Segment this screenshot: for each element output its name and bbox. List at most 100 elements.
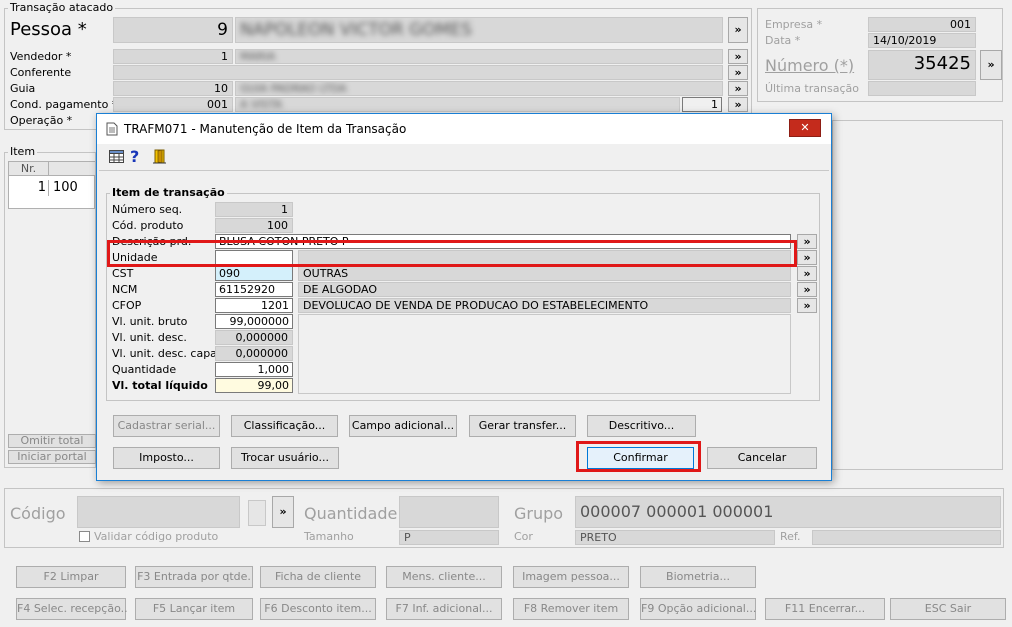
- pessoa-lookup-button[interactable]: »: [728, 17, 748, 43]
- vendedor-name-field[interactable]: MARIA: [235, 49, 723, 64]
- data-field[interactable]: 14/10/2019: [868, 33, 976, 48]
- cfop-lookup-button[interactable]: »: [797, 298, 817, 313]
- dialog-title-bar: TRAFM071 - Manutenção de Item da Transaç…: [97, 114, 831, 144]
- cst-lookup-button[interactable]: »: [797, 266, 817, 281]
- imagem-pessoa-button[interactable]: Imagem pessoa...: [513, 566, 629, 588]
- quantidade-dialog-field[interactable]: 1,000: [215, 362, 293, 377]
- exit-door-icon[interactable]: [153, 149, 167, 164]
- grupo-field[interactable]: 000007 000001 000001: [575, 496, 1001, 528]
- vendedor-lookup-button[interactable]: »: [728, 49, 748, 64]
- classificacao-button[interactable]: Classificação...: [231, 415, 338, 437]
- codigo-lookup-button[interactable]: »: [272, 496, 294, 528]
- omitir-total-button[interactable]: Omitir total: [8, 434, 96, 448]
- cst-field[interactable]: 090: [215, 266, 293, 281]
- unidade-lookup-button[interactable]: »: [797, 250, 817, 265]
- unidade-highlight-box: [107, 240, 797, 267]
- ultima-field[interactable]: [868, 81, 976, 96]
- codigo-field[interactable]: [77, 496, 240, 528]
- right-panel: [832, 120, 1003, 470]
- numero-seq-label: Número seq.: [112, 203, 183, 216]
- f5-lancar-button[interactable]: F5 Lançar item: [135, 598, 253, 620]
- conferente-lookup-button[interactable]: »: [728, 65, 748, 80]
- empresa-field[interactable]: 001: [868, 17, 976, 32]
- pessoa-label: Pessoa *: [10, 19, 87, 40]
- cod-produto-field[interactable]: 100: [215, 218, 293, 233]
- grid-header-code[interactable]: [49, 162, 95, 176]
- cfop-desc-field[interactable]: DEVOLUCAO DE VENDA DE PRODUCAO DO ESTABE…: [298, 298, 791, 313]
- gerar-transfer-button[interactable]: Gerar transfer...: [469, 415, 576, 437]
- ncm-desc-field[interactable]: DE ALGODAO: [298, 282, 791, 297]
- trocar-usuario-button[interactable]: Trocar usuário...: [231, 447, 339, 469]
- ncm-field[interactable]: 61152920: [215, 282, 293, 297]
- ref-field[interactable]: [812, 530, 1001, 545]
- transacao-group-title: Transação atacado: [8, 1, 116, 14]
- cond-extra-field[interactable]: 1: [682, 97, 722, 112]
- vl-desc-field[interactable]: 0,000000: [215, 330, 293, 345]
- codigo-label: Código: [10, 504, 66, 523]
- guia-label: Guia: [10, 82, 36, 95]
- operacao-label: Operação *: [10, 114, 73, 127]
- numero-lookup-button[interactable]: »: [980, 50, 1002, 80]
- validar-checkbox[interactable]: [79, 531, 90, 542]
- pessoa-code-field[interactable]: 9: [113, 17, 233, 43]
- cadastrar-serial-button[interactable]: Cadastrar serial...: [113, 415, 220, 437]
- f6-desconto-button[interactable]: F6 Desconto item...: [260, 598, 376, 620]
- grid-row-nr: 1: [9, 180, 49, 196]
- quantidade-field[interactable]: [399, 496, 499, 528]
- cond-code-field[interactable]: 001: [113, 97, 233, 112]
- cfop-field[interactable]: 1201: [215, 298, 293, 313]
- item-grid[interactable]: Nr. 1 100: [8, 161, 95, 209]
- descritivo-button[interactable]: Descritivo...: [587, 415, 696, 437]
- close-button[interactable]: ✕: [789, 119, 821, 137]
- guia-name-field[interactable]: GUIA PADRAO LTDA: [235, 81, 723, 96]
- conferente-field[interactable]: [113, 65, 723, 80]
- dialog-title: TRAFM071 - Manutenção de Item da Transaç…: [124, 122, 407, 136]
- mens-cliente-button[interactable]: Mens. cliente...: [386, 566, 502, 588]
- cond-name-field[interactable]: A VISTA: [235, 97, 680, 112]
- pessoa-name-field[interactable]: NAPOLEON VICTOR GOMES: [235, 17, 723, 43]
- vendedor-label: Vendedor *: [10, 50, 72, 63]
- f3-entrada-button[interactable]: F3 Entrada por qtde.: [135, 566, 253, 588]
- values-empty-area: [298, 314, 791, 394]
- f4-selec-button[interactable]: F4 Selec. recepção..: [16, 598, 128, 620]
- iniciar-portal-button[interactable]: Iniciar portal: [8, 450, 96, 464]
- grid-header-nr[interactable]: Nr.: [9, 162, 49, 176]
- f7-inf-adicional-button[interactable]: F7 Inf. adicional...: [386, 598, 502, 620]
- tamanho-label: Tamanho: [304, 530, 354, 543]
- vl-total-field[interactable]: 99,00: [215, 378, 293, 393]
- cst-desc-field[interactable]: OUTRAS: [298, 266, 791, 281]
- cor-field[interactable]: PRETO: [575, 530, 775, 545]
- biometria-button[interactable]: Biometria...: [640, 566, 756, 588]
- tamanho-field[interactable]: P: [399, 530, 499, 545]
- help-icon[interactable]: ?: [130, 147, 144, 166]
- numero-seq-field[interactable]: 1: [215, 202, 293, 217]
- vl-bruto-field[interactable]: 99,000000: [215, 314, 293, 329]
- vendedor-code-field[interactable]: 1: [113, 49, 233, 64]
- cancelar-button[interactable]: Cancelar: [707, 447, 817, 469]
- ncm-label: NCM: [112, 283, 138, 296]
- item-dialog: TRAFM071 - Manutenção de Item da Transaç…: [96, 113, 832, 481]
- guia-lookup-button[interactable]: »: [728, 81, 748, 96]
- pessoa-name: NAPOLEON VICTOR GOMES: [240, 20, 472, 40]
- vl-desc-capa-field[interactable]: 0,000000: [215, 346, 293, 361]
- vl-desc-capa-label: Vl. unit. desc. capa: [112, 347, 217, 360]
- campo-adicional-button[interactable]: Campo adicional...: [349, 415, 457, 437]
- cond-lookup-button[interactable]: »: [728, 97, 748, 112]
- f2-limpar-button[interactable]: F2 Limpar: [16, 566, 126, 588]
- item-transacao-title: Item de transação: [110, 186, 227, 199]
- cond-label: Cond. pagamento *: [10, 98, 118, 111]
- confirmar-highlight-box: [576, 441, 701, 472]
- f11-encerrar-button[interactable]: F11 Encerrar...: [765, 598, 885, 620]
- imposto-button[interactable]: Imposto...: [113, 447, 220, 469]
- f9-opcao-button[interactable]: F9 Opção adicional...: [640, 598, 756, 620]
- table-icon[interactable]: [109, 150, 124, 163]
- guia-code-field[interactable]: 10: [113, 81, 233, 96]
- descricao-lookup-button[interactable]: »: [797, 234, 817, 249]
- numero-field[interactable]: 35425: [868, 50, 976, 80]
- codigo-separator: [248, 500, 266, 526]
- f8-remover-button[interactable]: F8 Remover item: [513, 598, 629, 620]
- dialog-toolbar: ?: [105, 146, 825, 168]
- ncm-lookup-button[interactable]: »: [797, 282, 817, 297]
- esc-sair-button[interactable]: ESC Sair: [890, 598, 1006, 620]
- ficha-cliente-button[interactable]: Ficha de cliente: [260, 566, 376, 588]
